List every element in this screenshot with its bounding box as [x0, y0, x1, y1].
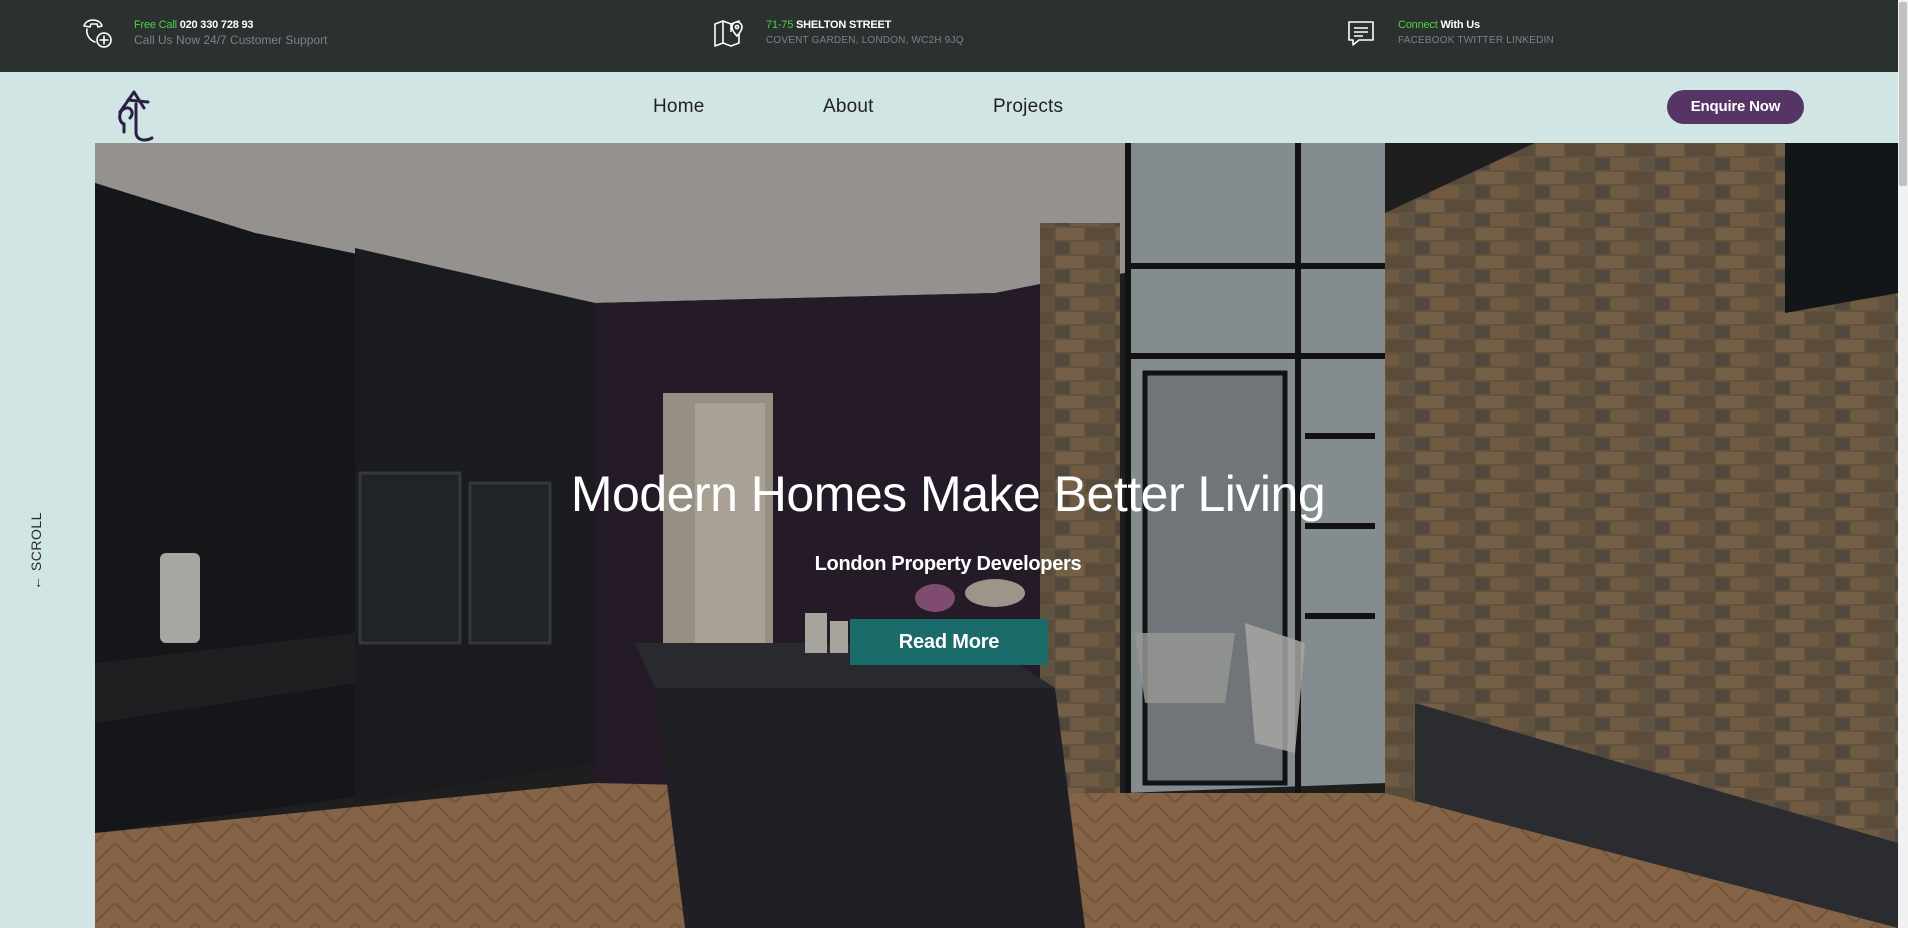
- map-pin-icon: [712, 16, 746, 50]
- main-navbar: Home About Projects Enquire Now: [0, 72, 1898, 142]
- chat-icon: [1344, 16, 1378, 50]
- scroll-indicator[interactable]: ← SCROLL: [28, 512, 44, 590]
- nav-projects[interactable]: Projects: [993, 96, 1063, 118]
- social-contact: Connect With Us FACEBOOK TWITTER LINKEDI…: [1344, 16, 1554, 50]
- address-sub: COVENT GARDEN, LONDON, WC2H 9JQ: [766, 35, 964, 46]
- address-accent: 71-75: [766, 19, 794, 31]
- social-accent: Connect: [1398, 19, 1438, 31]
- scrollbar-thumb[interactable]: [1899, 2, 1907, 186]
- nav-home[interactable]: Home: [653, 96, 704, 118]
- address-street: SHELTON STREET: [796, 19, 892, 31]
- top-contact-bar: Free Call 020 330 728 93 Call Us Now 24/…: [0, 0, 1898, 72]
- nav-about[interactable]: About: [823, 96, 874, 118]
- hero-banner: Modern Homes Make Better Living London P…: [95, 143, 1898, 928]
- page-scrollbar[interactable]: [1898, 0, 1908, 928]
- hero-subtitle: London Property Developers: [814, 553, 1082, 575]
- phone-accent: Free Call: [134, 19, 177, 31]
- phone-add-icon: [80, 16, 114, 50]
- brand-logo[interactable]: [114, 88, 158, 144]
- phone-contact[interactable]: Free Call 020 330 728 93 Call Us Now 24/…: [80, 16, 327, 50]
- address-contact: 71-75 SHELTON STREET COVENT GARDEN, LOND…: [712, 16, 964, 50]
- social-links[interactable]: FACEBOOK TWITTER LINKEDIN: [1398, 32, 1554, 49]
- phone-sub: Call Us Now 24/7 Customer Support: [134, 33, 328, 47]
- read-more-button[interactable]: Read More: [850, 619, 1048, 665]
- hero-overlay: [95, 143, 1898, 928]
- social-label: With Us: [1440, 19, 1480, 31]
- hero-title: Modern Homes Make Better Living: [570, 466, 1326, 522]
- phone-number[interactable]: 020 330 728 93: [180, 19, 254, 31]
- enquire-now-button[interactable]: Enquire Now: [1667, 90, 1804, 124]
